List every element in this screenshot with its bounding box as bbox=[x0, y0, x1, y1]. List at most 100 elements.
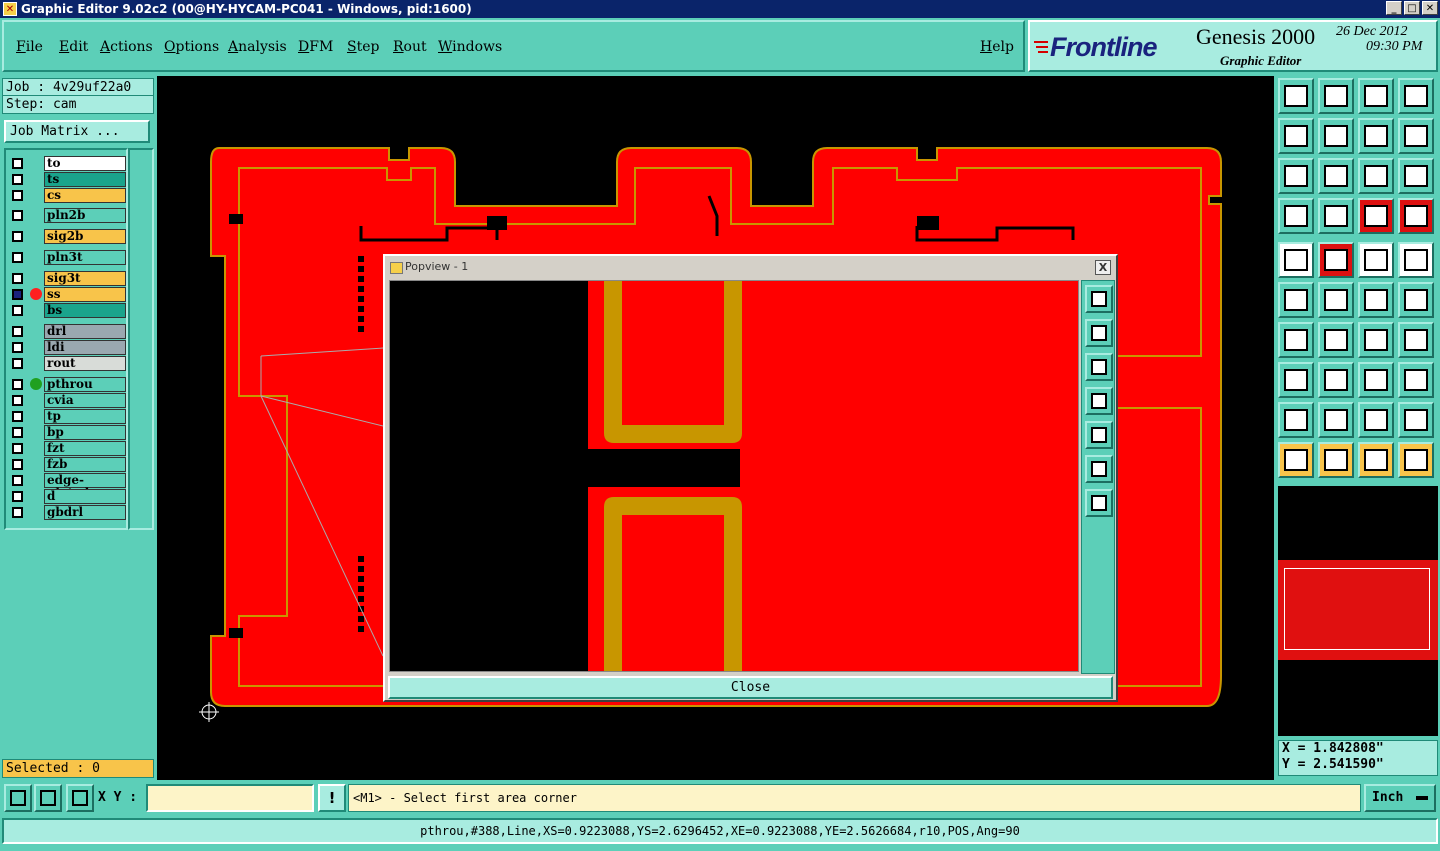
layer-name[interactable]: ldi bbox=[44, 340, 126, 355]
circle-icon[interactable] bbox=[1398, 242, 1434, 278]
route-icon[interactable] bbox=[1318, 242, 1354, 278]
layer-name[interactable]: ts bbox=[44, 172, 126, 187]
layer-checkbox[interactable] bbox=[12, 507, 23, 518]
layer-row-rout[interactable]: rout bbox=[8, 356, 126, 371]
select-pad-icon[interactable] bbox=[1278, 362, 1314, 398]
layer-name[interactable]: to bbox=[44, 156, 126, 171]
layer-row-sig3t[interactable]: sig3t bbox=[8, 271, 126, 286]
layer-name[interactable]: ss bbox=[44, 287, 126, 302]
minimize-button[interactable]: _ bbox=[1386, 1, 1402, 15]
layer-checkbox[interactable] bbox=[12, 427, 23, 438]
center-icon[interactable] bbox=[1318, 158, 1354, 194]
layer-row-pthrou[interactable]: pthrou bbox=[8, 377, 126, 392]
layer-checkbox[interactable] bbox=[12, 326, 23, 337]
angle-icon[interactable] bbox=[1278, 322, 1314, 358]
layer-row-gbdrl[interactable]: gbdrl bbox=[8, 505, 126, 520]
pointer-icon[interactable] bbox=[1278, 442, 1314, 478]
help-icon[interactable] bbox=[1398, 158, 1434, 194]
xy-input[interactable] bbox=[146, 784, 314, 812]
popview-pan-left-icon[interactable] bbox=[1085, 387, 1113, 415]
select-path-icon[interactable] bbox=[1398, 442, 1434, 478]
layer-name[interactable]: bs bbox=[44, 303, 126, 318]
layer-checkbox[interactable] bbox=[12, 174, 23, 185]
layer-row-edge-plated[interactable]: edge-plated bbox=[8, 473, 126, 500]
group-icon[interactable] bbox=[1398, 362, 1434, 398]
add-pad-icon[interactable] bbox=[1278, 242, 1314, 278]
popview-zoom-icon[interactable] bbox=[1085, 285, 1113, 313]
popview-zoom-out-icon[interactable] bbox=[1085, 489, 1113, 517]
layer-name[interactable]: tp bbox=[44, 409, 126, 424]
menu-rout[interactable]: Rout bbox=[393, 39, 427, 55]
layer-checkbox[interactable] bbox=[12, 411, 23, 422]
layer-row-pln2b[interactable]: pln2b bbox=[8, 208, 126, 223]
arc-icon[interactable] bbox=[1358, 322, 1394, 358]
layer-name[interactable]: fzt bbox=[44, 441, 126, 456]
layer-row-d[interactable]: d bbox=[8, 489, 126, 504]
pan-right-icon[interactable] bbox=[1318, 118, 1354, 154]
popview-close-button[interactable]: Close bbox=[388, 676, 1113, 699]
alert-button[interactable]: ! bbox=[318, 784, 346, 812]
maximize-button[interactable]: □ bbox=[1404, 1, 1420, 15]
layer-row-drl[interactable]: drl bbox=[8, 324, 126, 339]
close-button[interactable]: ✕ bbox=[1422, 1, 1438, 15]
job-matrix-button[interactable]: Job Matrix ... bbox=[4, 120, 150, 143]
layer-row-sig2b[interactable]: sig2b bbox=[8, 229, 126, 244]
layer-checkbox[interactable] bbox=[12, 395, 23, 406]
snap-icon[interactable] bbox=[1358, 198, 1394, 234]
popview-pan-up-icon[interactable] bbox=[1085, 319, 1113, 347]
overview-map[interactable] bbox=[1278, 560, 1438, 660]
tools-icon[interactable] bbox=[1278, 198, 1314, 234]
snap-active-icon[interactable] bbox=[1398, 198, 1434, 234]
redraw-icon[interactable] bbox=[1398, 118, 1434, 154]
layer-checkbox[interactable] bbox=[12, 305, 23, 316]
menu-edit[interactable]: Edit bbox=[59, 39, 88, 55]
split-icon[interactable] bbox=[1318, 362, 1354, 398]
layer-checkbox[interactable] bbox=[12, 252, 23, 263]
menu-help[interactable]: Help bbox=[980, 39, 1014, 55]
layer-name[interactable]: cvia bbox=[44, 393, 126, 408]
layer-name[interactable]: cs bbox=[44, 188, 126, 203]
zoom-area-icon[interactable] bbox=[4, 784, 32, 812]
feature-down-icon[interactable] bbox=[1398, 402, 1434, 438]
stretch-icon[interactable] bbox=[1358, 362, 1394, 398]
layer-name[interactable]: d bbox=[44, 489, 126, 504]
menu-analysis[interactable]: Analysis bbox=[228, 39, 287, 55]
drag-icon[interactable] bbox=[1398, 282, 1434, 318]
popview-canvas[interactable] bbox=[389, 280, 1079, 672]
measure-area-icon[interactable] bbox=[34, 784, 62, 812]
layer-name[interactable]: pln3t bbox=[44, 250, 126, 265]
layer-name[interactable]: fzb bbox=[44, 457, 126, 472]
layer-row-fzb[interactable]: fzb bbox=[8, 457, 126, 472]
layer-checkbox[interactable] bbox=[12, 289, 23, 300]
layer-name[interactable]: sig2b bbox=[44, 229, 126, 244]
layer-row-bp[interactable]: bp bbox=[8, 425, 126, 440]
menu-step[interactable]: Step bbox=[347, 39, 379, 55]
layer-checkbox[interactable] bbox=[12, 459, 23, 470]
layer-name[interactable]: gbdrl bbox=[44, 505, 126, 520]
grid-icon[interactable] bbox=[1318, 198, 1354, 234]
layer-row-ss[interactable]: ss bbox=[8, 287, 126, 302]
layer-checkbox[interactable] bbox=[12, 273, 23, 284]
grid-toggle-icon[interactable] bbox=[66, 784, 94, 812]
layer-checkbox[interactable] bbox=[12, 443, 23, 454]
select-net-icon[interactable] bbox=[1358, 442, 1394, 478]
menu-file[interactable]: File bbox=[16, 39, 43, 55]
layer-checkbox[interactable] bbox=[12, 342, 23, 353]
home-icon[interactable] bbox=[1358, 78, 1394, 114]
select-box-icon[interactable] bbox=[1318, 442, 1354, 478]
window-icon[interactable] bbox=[1398, 78, 1434, 114]
connect-icon[interactable] bbox=[1278, 282, 1314, 318]
layer-name[interactable]: drl bbox=[44, 324, 126, 339]
layer-row-fzt[interactable]: fzt bbox=[8, 441, 126, 456]
mirror-icon[interactable] bbox=[1398, 322, 1434, 358]
feature-up-icon[interactable] bbox=[1358, 402, 1394, 438]
units-selector[interactable]: Inch bbox=[1364, 784, 1436, 812]
layer-name[interactable]: pthrou bbox=[44, 377, 126, 392]
popview-zoom-in-icon[interactable] bbox=[1085, 455, 1113, 483]
layer-row-pln3t[interactable]: pln3t bbox=[8, 250, 126, 265]
layer-row-ldi[interactable]: ldi bbox=[8, 340, 126, 355]
popview-close-icon[interactable]: X bbox=[1095, 260, 1111, 275]
menu-actions[interactable]: Actions bbox=[100, 39, 153, 55]
layer-row-to[interactable]: to bbox=[8, 156, 126, 171]
layer-row-bs[interactable]: bs bbox=[8, 303, 126, 318]
